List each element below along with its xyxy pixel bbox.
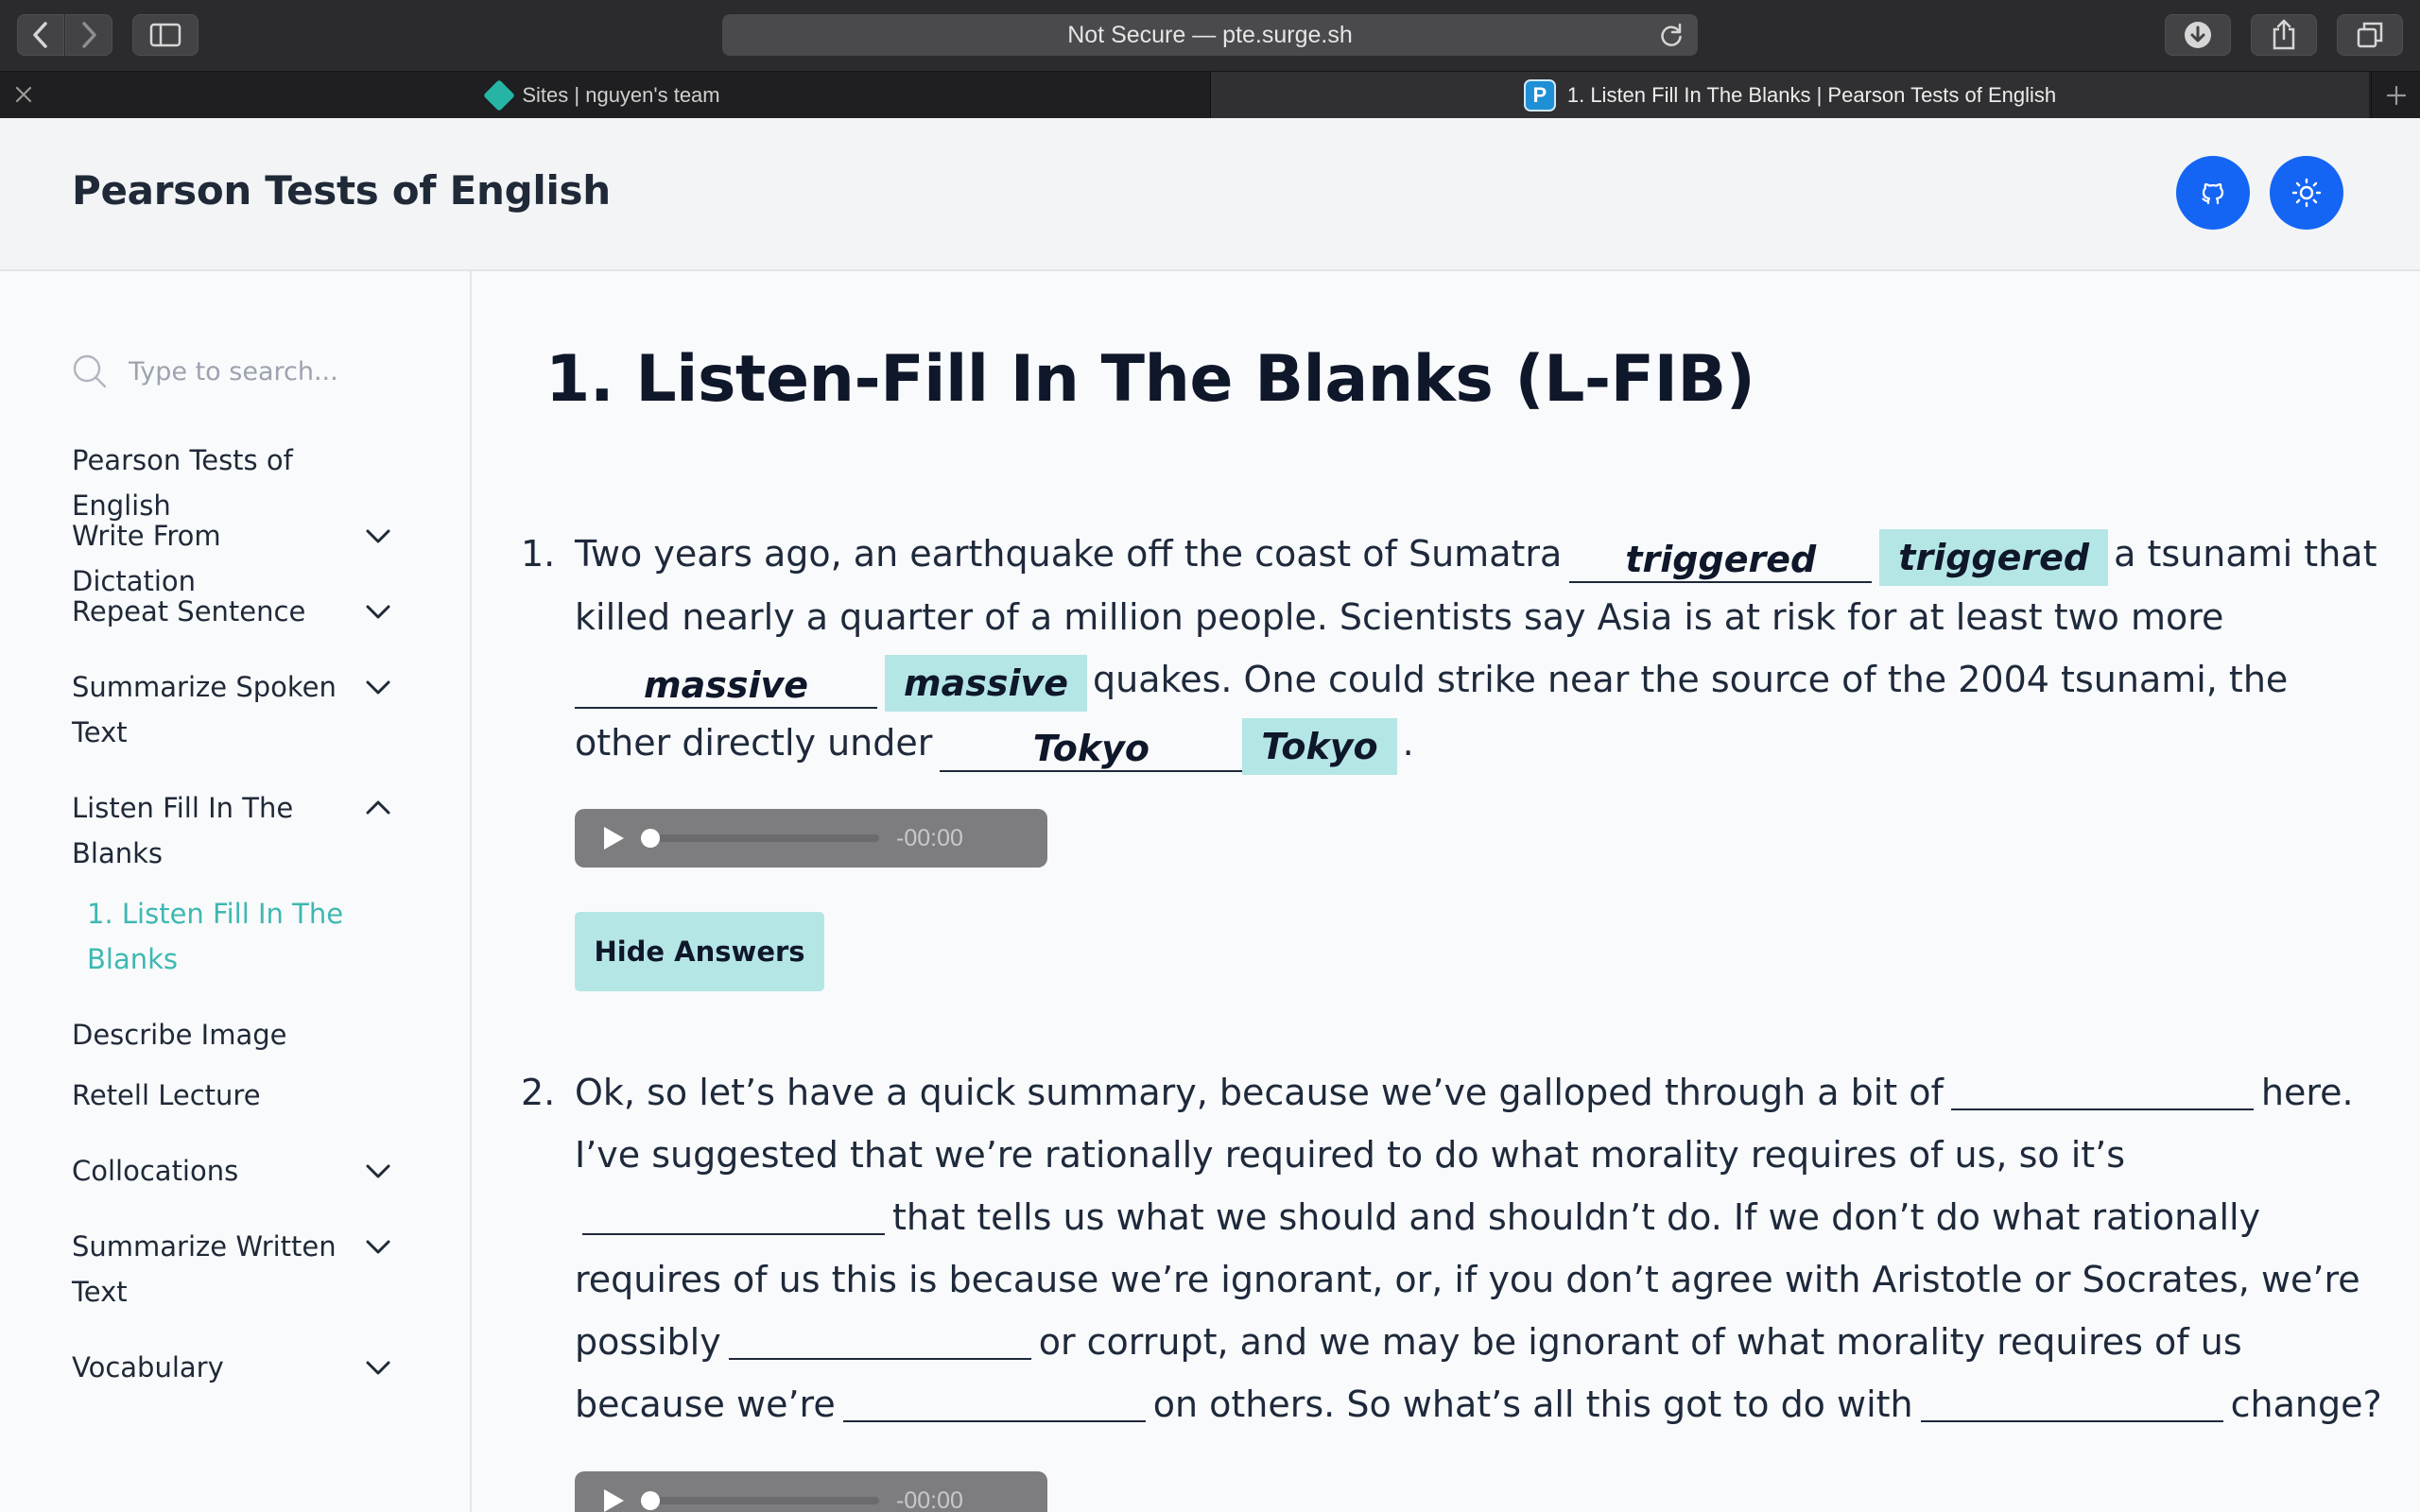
- blank-input[interactable]: triggered: [1569, 536, 1873, 583]
- reload-icon[interactable]: [1658, 22, 1685, 48]
- back-button[interactable]: [17, 14, 64, 56]
- blank-input[interactable]: [728, 1313, 1031, 1360]
- sidebar-item-label: Vocabulary: [72, 1351, 224, 1383]
- site-title[interactable]: Pearson Tests of English: [72, 167, 611, 214]
- chevron-down-icon[interactable]: [363, 1156, 393, 1186]
- chevron-down-icon[interactable]: [363, 1231, 393, 1262]
- share-icon: [2273, 19, 2295, 50]
- chevron-down-icon[interactable]: [363, 521, 393, 551]
- text-segment: on others. So what’s all this got to do …: [1152, 1383, 1913, 1425]
- sidebar-item-retell-lecture[interactable]: Retell Lecture: [72, 1073, 393, 1118]
- sidebar-item-label: Describe Image: [72, 1019, 287, 1051]
- sidebar-item-label: Retell Lecture: [72, 1079, 261, 1111]
- blank-input[interactable]: [842, 1375, 1146, 1422]
- audio-time: -00:00: [896, 1486, 963, 1512]
- sidebar-subitem-listen-fill-in-the-blanks-1[interactable]: 1. Listen Fill In The Blanks: [87, 891, 371, 982]
- chevron-down-icon[interactable]: [363, 672, 393, 702]
- text-segment: Two years ago, an earthquake off the coa…: [575, 533, 1563, 575]
- sidebar-icon: [149, 23, 182, 47]
- sidebar-item-label: Summarize Written Text: [72, 1230, 337, 1308]
- main-content: 1. Listen-Fill In The Blanks (L-FIB) 1. …: [474, 271, 2420, 1512]
- theme-toggle-button[interactable]: [2270, 156, 2343, 230]
- answer-badge: Tokyo: [1242, 718, 1397, 775]
- blank-input[interactable]: [1920, 1375, 2223, 1422]
- tab-listen-fill-in-the-blanks[interactable]: P 1. Listen Fill In The Blanks | Pearson…: [1210, 72, 2369, 119]
- plus-icon: [2386, 85, 2406, 106]
- play-icon[interactable]: [601, 1487, 626, 1512]
- github-button[interactable]: [2176, 156, 2250, 230]
- audio-player[interactable]: -00:00: [575, 809, 1047, 868]
- new-tab-button[interactable]: [2371, 72, 2420, 119]
- download-icon: [2185, 22, 2211, 48]
- question-text: Two years ago, an earthquake off the coa…: [575, 523, 2383, 775]
- answer-badge: massive: [885, 655, 1088, 712]
- netlify-favicon-icon: [483, 79, 516, 112]
- question-number: 2.: [521, 1072, 556, 1113]
- hide-answers-button[interactable]: Hide Answers: [575, 912, 824, 991]
- browser-toolbar: Not Secure — pte.surge.sh: [0, 0, 2420, 71]
- search-icon: [73, 354, 107, 388]
- tab-bar: Sites | nguyen's team P 1. Listen Fill I…: [0, 71, 2420, 119]
- text-segment: Ok, so let’s have a quick summary, becau…: [575, 1072, 1944, 1113]
- audio-player[interactable]: -00:00: [575, 1471, 1047, 1512]
- sun-icon: [2291, 178, 2322, 208]
- question-2: 2. Ok, so let’s have a quick summary, be…: [521, 1061, 2383, 1435]
- play-icon[interactable]: [601, 825, 626, 851]
- question-text: Ok, so let’s have a quick summary, becau…: [575, 1061, 2383, 1435]
- sidebar-item-vocabulary[interactable]: Vocabulary: [72, 1345, 393, 1390]
- sidebar-item-summarize-written-text[interactable]: Summarize Written Text: [72, 1224, 393, 1314]
- tabs-icon: [2357, 22, 2383, 48]
- tab-sites[interactable]: Sites | nguyen's team: [0, 72, 1208, 119]
- address-bar[interactable]: Not Secure — pte.surge.sh: [722, 14, 1698, 56]
- blank-input[interactable]: massive: [575, 662, 877, 709]
- sidebar: Pearson Tests of English Write From Dict…: [0, 271, 472, 1512]
- downloads-button[interactable]: [2165, 14, 2231, 56]
- audio-time: -00:00: [896, 824, 963, 851]
- blank-input[interactable]: [582, 1188, 885, 1235]
- question-number: 1.: [521, 533, 556, 575]
- sidebar-item-collocations[interactable]: Collocations: [72, 1148, 393, 1194]
- github-icon: [2202, 182, 2224, 205]
- blank-input[interactable]: Tokyo: [940, 725, 1243, 772]
- address-text: Not Secure — pte.surge.sh: [1067, 21, 1353, 48]
- forward-button[interactable]: [65, 14, 112, 56]
- audio-scrubber[interactable]: [641, 829, 879, 848]
- text-segment: .: [1402, 722, 1414, 764]
- sidebar-item-label: Listen Fill In The Blanks: [72, 792, 294, 869]
- sidebar-item-summarize-spoken-text[interactable]: Summarize Spoken Text: [72, 664, 393, 755]
- site-header: Pearson Tests of English: [0, 118, 2420, 271]
- chevron-left-icon: [33, 22, 47, 48]
- sidebar-toggle-button[interactable]: [132, 14, 199, 56]
- sidebar-item-repeat-sentence[interactable]: Repeat Sentence: [72, 589, 393, 634]
- tab-label: Sites | nguyen's team: [522, 83, 720, 107]
- scrubber-handle[interactable]: [641, 829, 660, 848]
- sidebar-item-listen-fill-in-the-blanks[interactable]: Listen Fill In The Blanks: [72, 785, 393, 876]
- tab-label: 1. Listen Fill In The Blanks | Pearson T…: [1566, 83, 2057, 107]
- page-title: 1. Listen-Fill In The Blanks (L-FIB): [545, 342, 1755, 417]
- question-1: 1. Two years ago, an earthquake off the …: [521, 523, 2383, 775]
- sidebar-item-label: Summarize Spoken Text: [72, 671, 337, 748]
- sidebar-item-label: Collocations: [72, 1155, 239, 1187]
- pearson-favicon-icon: P: [1523, 79, 1556, 112]
- audio-scrubber[interactable]: [641, 1491, 879, 1510]
- scrubber-handle[interactable]: [641, 1491, 660, 1510]
- text-segment: change?: [2230, 1383, 2382, 1425]
- chevron-up-icon[interactable]: [363, 793, 393, 823]
- sidebar-item-label: Repeat Sentence: [72, 595, 306, 627]
- blank-input[interactable]: [1950, 1063, 2254, 1110]
- chevron-down-icon[interactable]: [363, 1352, 393, 1383]
- answer-badge: triggered: [1879, 529, 2109, 586]
- search-box: [72, 353, 412, 389]
- chevron-right-icon: [82, 22, 96, 48]
- tab-overview-button[interactable]: [2337, 14, 2403, 56]
- search-input[interactable]: [129, 356, 412, 387]
- share-button[interactable]: [2251, 14, 2317, 56]
- chevron-down-icon[interactable]: [363, 596, 393, 627]
- sidebar-item-describe-image[interactable]: Describe Image: [72, 1012, 393, 1057]
